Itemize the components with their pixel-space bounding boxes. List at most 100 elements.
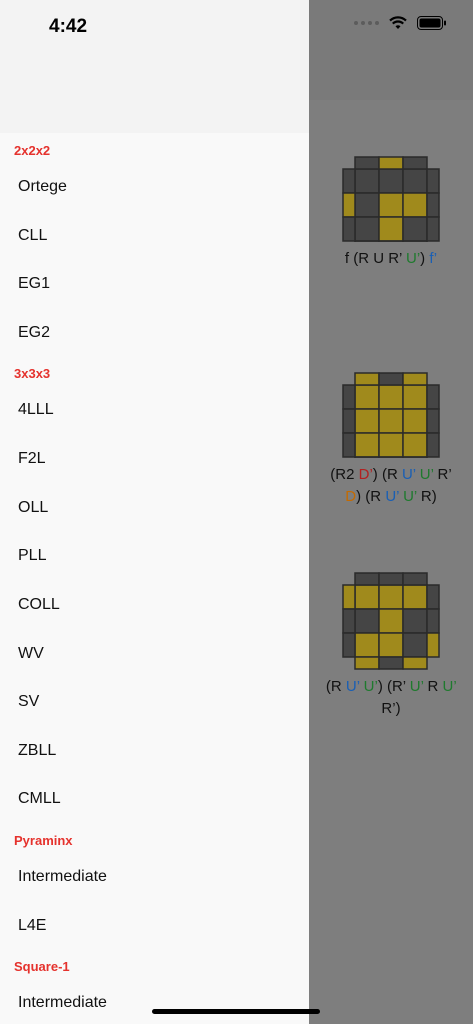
algorithm-text: f (R U R’ U’) f’	[344, 250, 438, 267]
cube-sticker	[378, 408, 404, 434]
cube-sticker	[378, 372, 404, 386]
cube-diagram	[342, 372, 440, 458]
cube-sticker	[354, 572, 380, 586]
side-drawer: 4:42 2x2x2 Ortege CLL EG1 EG2 3x3x3 4LLL…	[0, 0, 309, 1024]
cube-sticker	[354, 192, 380, 218]
section-header-3x3x3: 3x3x3	[14, 366, 51, 381]
menu-item-oll[interactable]: OLL	[18, 499, 48, 517]
cube-sticker	[402, 216, 428, 242]
cube-sticker	[378, 456, 404, 458]
cube-sticker	[402, 192, 428, 218]
cube-sticker	[402, 456, 428, 458]
status-time: 4:42	[49, 16, 88, 37]
dimmed-nav-bar	[309, 0, 473, 100]
cube-sticker	[354, 656, 380, 670]
cube-sticker	[378, 432, 404, 458]
battery-icon	[417, 16, 446, 30]
menu-item-pll[interactable]: PLL	[18, 547, 46, 565]
cube-sticker	[402, 656, 428, 670]
menu-item-pyraminx-intermediate[interactable]: Intermediate	[18, 868, 107, 886]
menu-item-eg1[interactable]: EG1	[18, 275, 50, 293]
algorithm-text: (R U’ U’) (R’ U’ R U’ R’)	[325, 678, 457, 717]
cube-diagram	[342, 156, 440, 242]
cube-sticker	[354, 632, 380, 658]
signal-icon	[354, 21, 379, 25]
cube-sticker	[402, 608, 428, 634]
case-card-3[interactable]: (R U’ U’) (R’ U’ R U’ R’)	[309, 572, 473, 720]
cube-sticker	[354, 408, 380, 434]
menu-item-4lll[interactable]: 4LLL	[18, 401, 54, 419]
cube-sticker	[426, 408, 440, 434]
menu-item-sv[interactable]: SV	[18, 693, 39, 711]
menu-item-eg2[interactable]: EG2	[18, 324, 50, 342]
cube-sticker	[426, 608, 440, 634]
cube-sticker	[402, 432, 428, 458]
cube-sticker	[354, 608, 380, 634]
menu-item-l4e[interactable]: L4E	[18, 917, 46, 935]
status-icons	[354, 16, 447, 30]
cube-sticker	[342, 168, 356, 194]
cube-sticker	[426, 584, 440, 610]
cube-sticker	[342, 432, 356, 458]
cube-sticker	[426, 168, 440, 194]
cube-sticker	[354, 216, 380, 242]
cube-sticker	[342, 384, 356, 410]
cube-sticker	[342, 584, 356, 610]
section-header-square-1: Square-1	[14, 959, 70, 974]
cube-sticker	[378, 168, 404, 194]
cube-sticker	[342, 192, 356, 218]
cube-sticker	[342, 608, 356, 634]
cube-sticker	[354, 456, 380, 458]
algorithm-text: (R2 D’) (R U’ U’ R’ D) (R U’ U’ R)	[330, 466, 452, 505]
cube-sticker	[402, 632, 428, 658]
cube-sticker	[378, 572, 404, 586]
cube-sticker	[426, 384, 440, 410]
cube-sticker	[426, 216, 440, 242]
case-card-1[interactable]: f (R U R’ U’) f’	[309, 156, 473, 270]
cube-sticker	[378, 384, 404, 410]
cube-sticker	[402, 168, 428, 194]
cube-sticker	[402, 584, 428, 610]
case-card-2[interactable]: (R2 D’) (R U’ U’ R’ D) (R U’ U’ R)	[309, 372, 473, 508]
cube-diagram	[342, 572, 440, 670]
menu-item-f2l[interactable]: F2L	[18, 450, 46, 468]
cube-sticker	[342, 632, 356, 658]
menu-item-coll[interactable]: COLL	[18, 596, 60, 614]
cube-sticker	[342, 216, 356, 242]
cube-sticker	[402, 156, 428, 170]
wifi-icon	[389, 16, 407, 29]
menu-item-square1-intermediate[interactable]: Intermediate	[18, 994, 107, 1012]
cube-sticker	[426, 632, 440, 658]
section-header-pyraminx: Pyraminx	[14, 833, 73, 848]
dimmed-content-area[interactable]	[309, 0, 473, 1024]
cube-sticker	[378, 632, 404, 658]
cube-sticker	[402, 240, 428, 242]
cube-sticker	[378, 584, 404, 610]
cube-sticker	[426, 432, 440, 458]
cube-sticker	[354, 432, 380, 458]
menu-item-ortege[interactable]: Ortege	[18, 178, 67, 196]
cube-sticker	[342, 408, 356, 434]
cube-sticker	[378, 216, 404, 242]
cube-sticker	[402, 408, 428, 434]
cube-sticker	[378, 608, 404, 634]
cube-sticker	[378, 240, 404, 242]
menu-item-zbll[interactable]: ZBLL	[18, 742, 56, 760]
menu-item-cll[interactable]: CLL	[18, 227, 47, 245]
cube-sticker	[354, 240, 380, 242]
cube-sticker	[378, 192, 404, 218]
cube-sticker	[402, 572, 428, 586]
cube-sticker	[402, 372, 428, 386]
cube-sticker	[354, 156, 380, 170]
cube-sticker	[354, 384, 380, 410]
cube-sticker	[354, 372, 380, 386]
section-header-2x2x2: 2x2x2	[14, 143, 51, 158]
cube-sticker	[378, 156, 404, 170]
home-indicator	[152, 1009, 320, 1014]
drawer-header	[0, 0, 309, 133]
menu-item-wv[interactable]: WV	[18, 645, 44, 663]
menu-item-cmll[interactable]: CMLL	[18, 790, 61, 808]
cube-sticker	[378, 656, 404, 670]
cube-sticker	[354, 168, 380, 194]
cube-sticker	[426, 192, 440, 218]
